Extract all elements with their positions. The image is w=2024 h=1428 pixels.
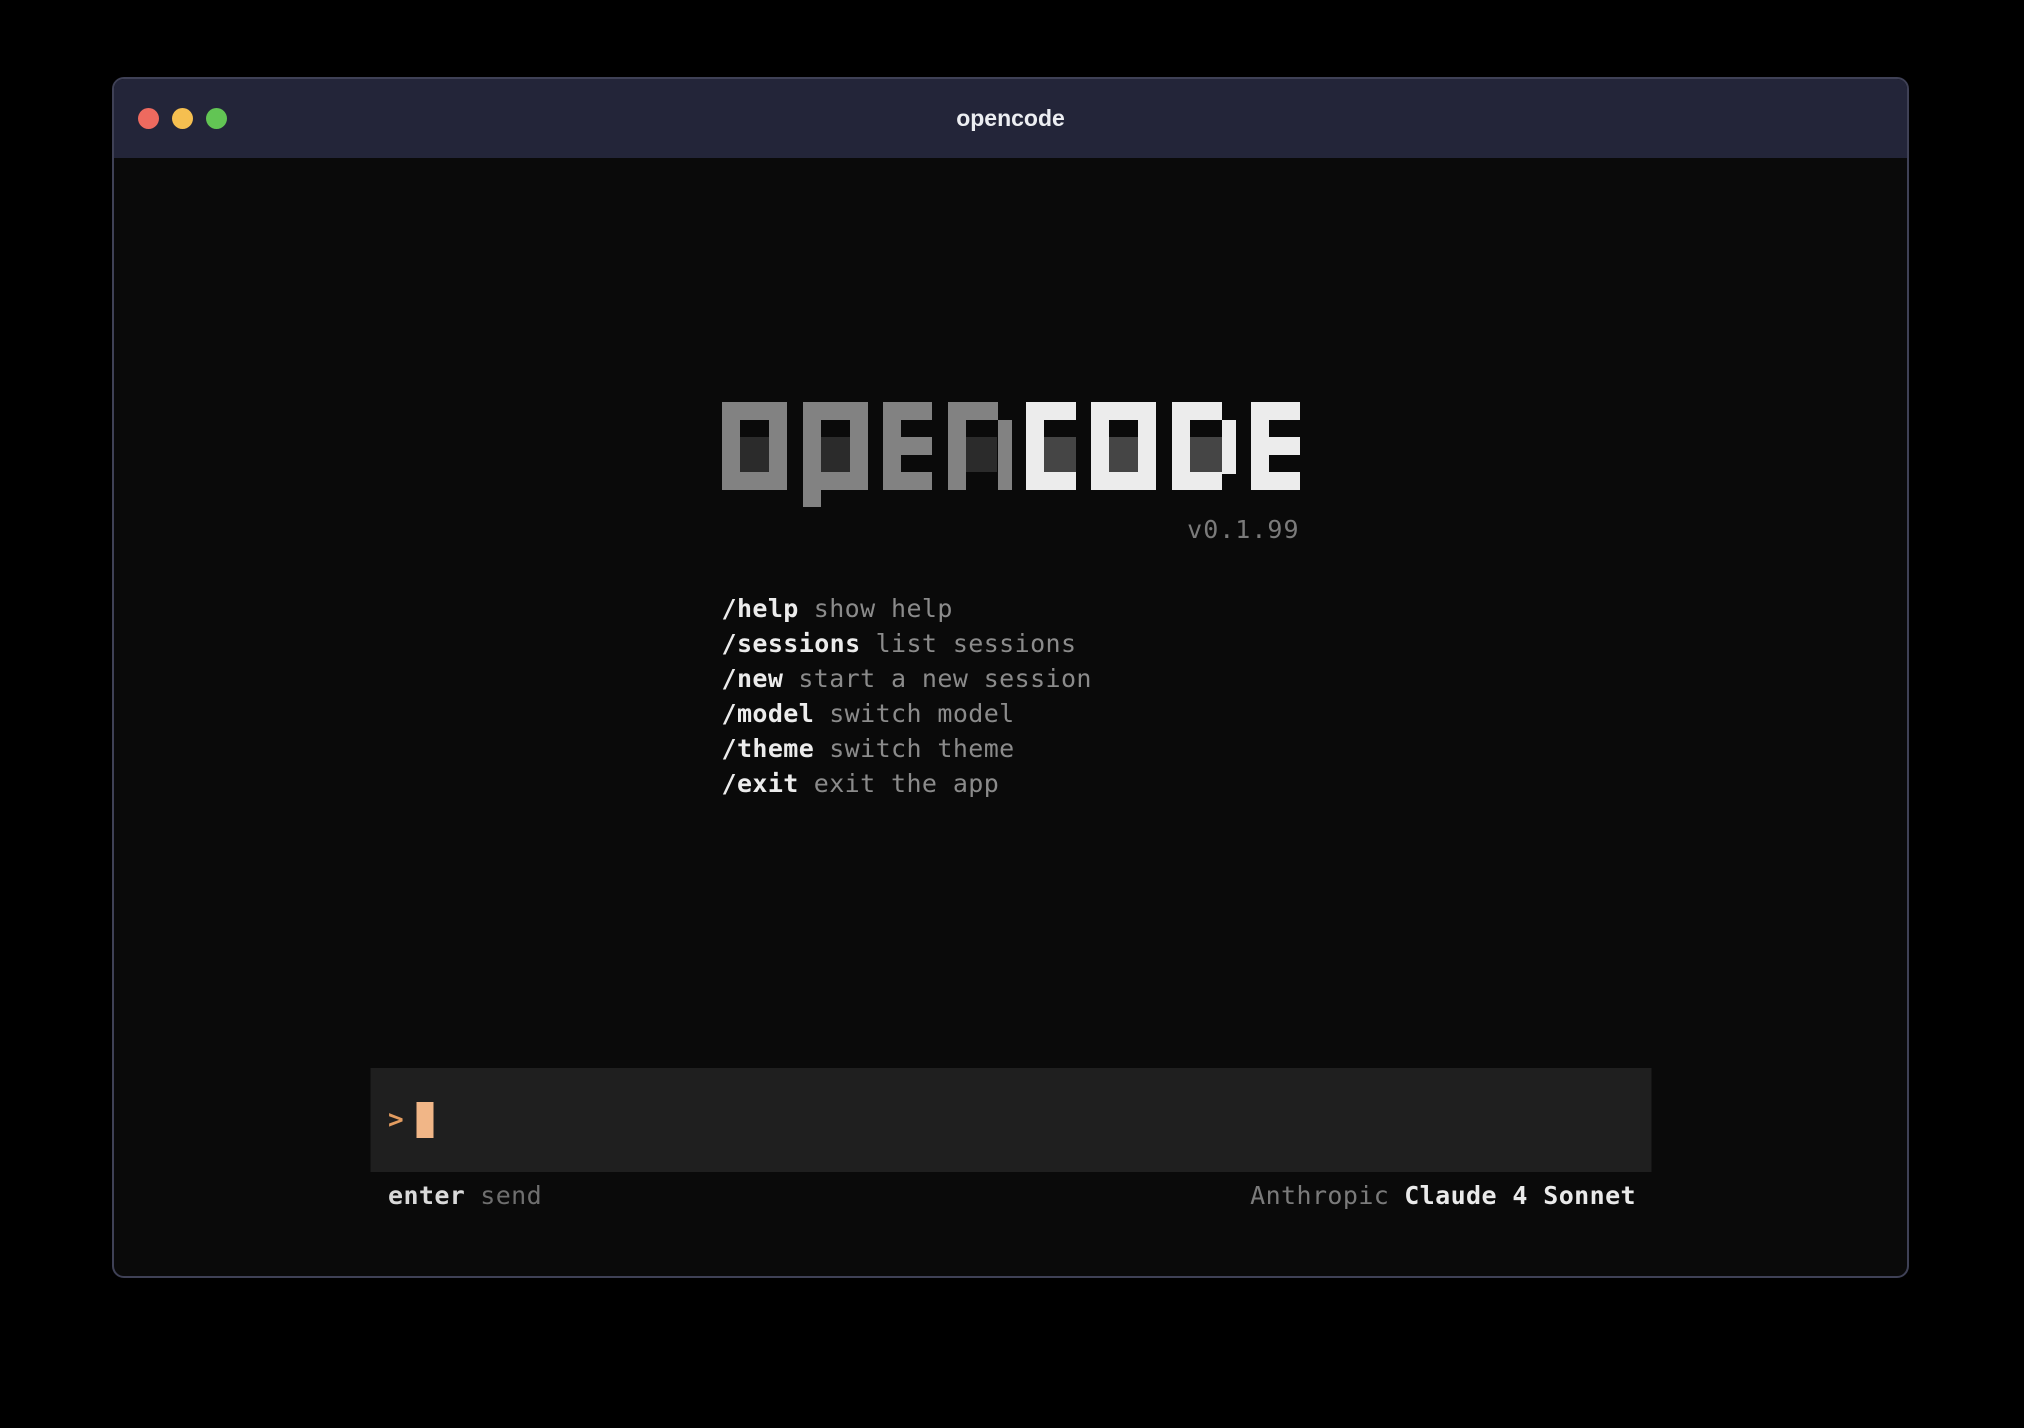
logo-letter-n — [948, 402, 1012, 490]
command-list-item: /new start a new session — [722, 661, 1300, 696]
command-list-item: /theme switch theme — [722, 731, 1300, 766]
window-title: opencode — [114, 79, 1907, 158]
model-indicator: Anthropic Claude 4 Sonnet — [1250, 1181, 1636, 1210]
keybind-key: enter — [388, 1181, 465, 1210]
command-list-item: /help show help — [722, 591, 1300, 626]
keybind-hint: enter send — [388, 1181, 542, 1210]
text-cursor — [417, 1102, 434, 1138]
logo-letter-o — [722, 402, 787, 490]
command-name: /model — [722, 699, 815, 728]
splash-area: v0.1.99 /help show help /sessions list ses… — [722, 402, 1300, 801]
command-description: start a new session — [798, 664, 1092, 693]
prompt-input[interactable]: > — [370, 1068, 1651, 1172]
command-name: /exit — [722, 769, 799, 798]
opencode-logo — [722, 402, 1300, 507]
logo-letter-e — [883, 402, 932, 490]
command-list-item: /model switch model — [722, 696, 1300, 731]
model-name: Claude 4 Sonnet — [1404, 1181, 1636, 1210]
command-description: switch theme — [829, 734, 1014, 763]
command-list-item: /exit exit the app — [722, 766, 1300, 801]
version-label: v0.1.99 — [722, 515, 1300, 544]
status-bar: enter send Anthropic Claude 4 Sonnet — [370, 1181, 1651, 1210]
command-list: /help show help /sessions list sessions /n… — [722, 591, 1300, 801]
logo-letter-d — [1172, 402, 1236, 490]
terminal-content: v0.1.99 /help show help /sessions list ses… — [114, 158, 1907, 1276]
keybind-action: send — [480, 1181, 542, 1210]
close-button[interactable] — [138, 108, 159, 129]
command-description: switch model — [829, 699, 1014, 728]
command-list-item: /sessions list sessions — [722, 626, 1300, 661]
logo-letter-p — [803, 402, 868, 507]
model-provider: Anthropic — [1250, 1181, 1389, 1210]
command-description: exit the app — [814, 769, 999, 798]
command-description: show help — [814, 594, 953, 623]
command-name: /sessions — [722, 629, 861, 658]
command-name: /new — [722, 664, 784, 693]
prompt-area: > enter send Anthropic Claude 4 Sonnet — [370, 1068, 1651, 1210]
command-name: /help — [722, 594, 799, 623]
minimize-button[interactable] — [172, 108, 193, 129]
logo-letter-o — [1091, 402, 1156, 490]
command-name: /theme — [722, 734, 815, 763]
logo-letter-c — [1026, 402, 1076, 490]
opencode-window: opencode v0.1.99 /help show help /session… — [112, 77, 1909, 1278]
window-controls — [138, 108, 227, 129]
command-description: list sessions — [876, 629, 1077, 658]
window-titlebar[interactable]: opencode — [114, 79, 1907, 158]
maximize-button[interactable] — [206, 108, 227, 129]
logo-letter-e — [1251, 402, 1300, 490]
prompt-symbol: > — [388, 1105, 404, 1135]
